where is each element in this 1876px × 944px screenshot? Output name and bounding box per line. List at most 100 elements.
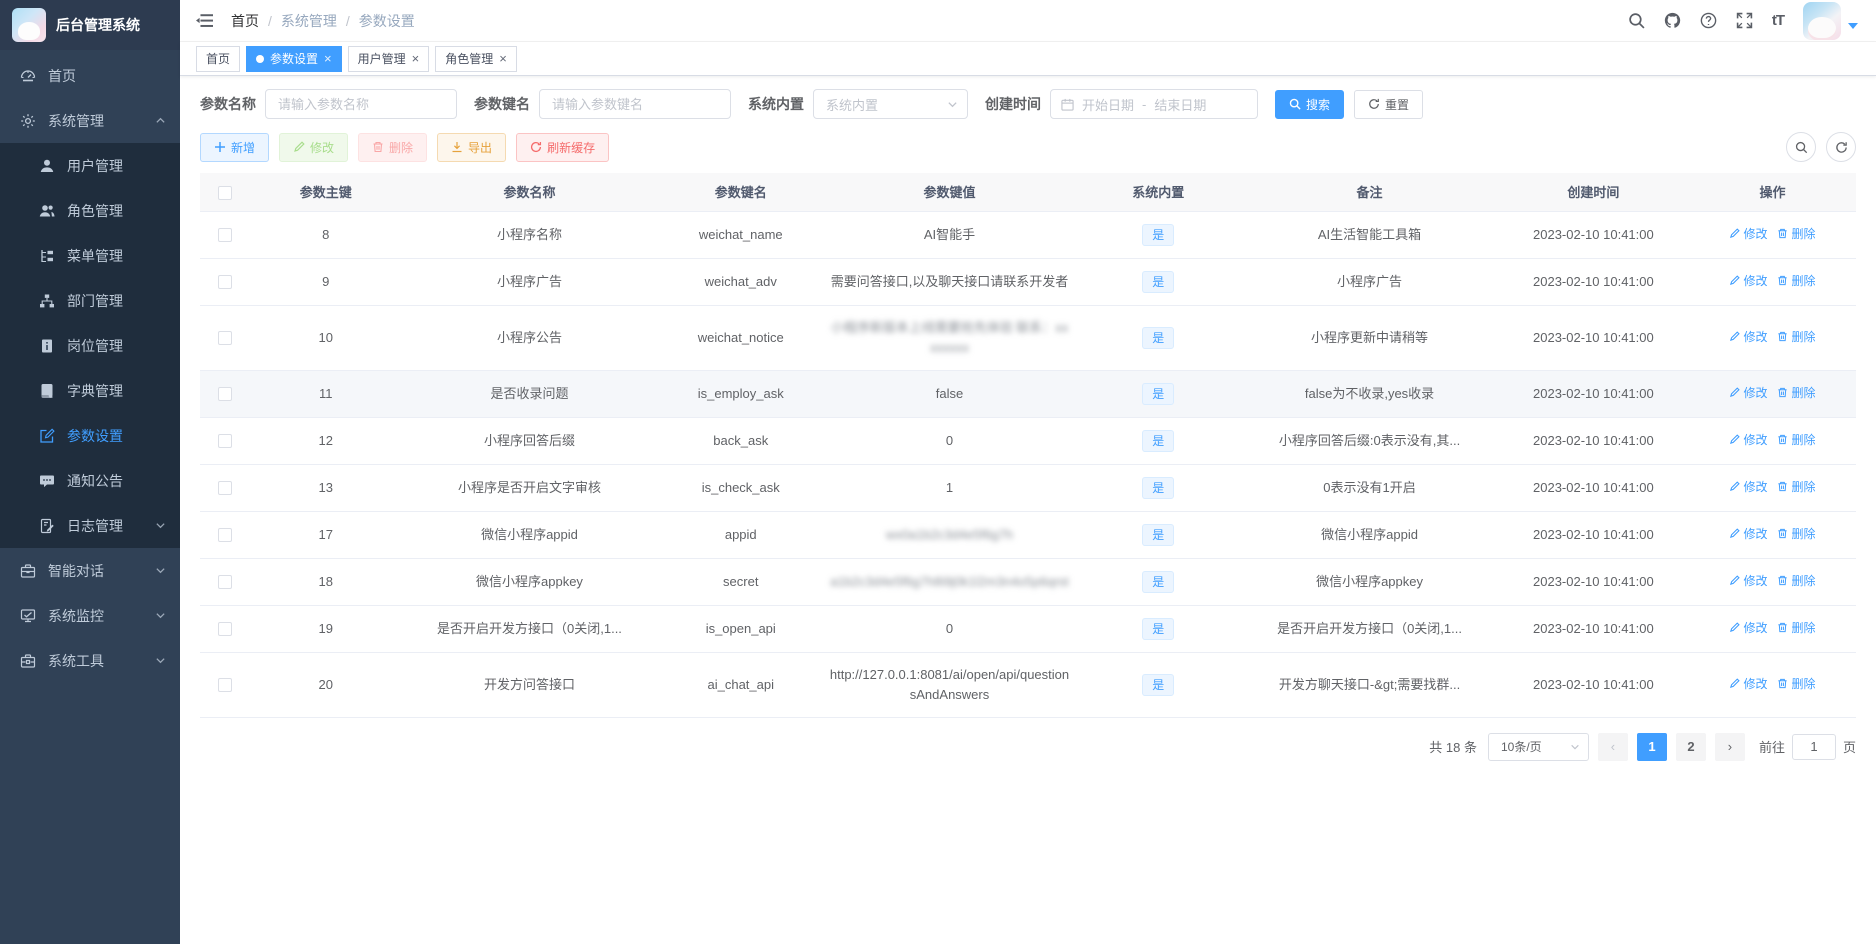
cell-remark: 是否开启开发方接口（0关闭,1...: [1241, 605, 1498, 653]
sidebar-item-post-mgmt[interactable]: 岗位管理: [0, 323, 180, 368]
github-icon[interactable]: [1664, 12, 1681, 29]
sidebar-item-menu-mgmt[interactable]: 菜单管理: [0, 233, 180, 278]
tab-参数设置[interactable]: 参数设置 ×: [246, 45, 342, 72]
builtin-select[interactable]: 系统内置: [813, 89, 968, 119]
next-page-button[interactable]: ›: [1714, 732, 1745, 761]
delete-button[interactable]: 删除: [358, 132, 428, 162]
sidebar-item-log-mgmt[interactable]: 日志管理: [0, 503, 180, 548]
row-delete-button[interactable]: 删除: [1777, 430, 1815, 450]
builtin-tag: 是: [1142, 429, 1175, 452]
param-name-input[interactable]: [265, 89, 457, 119]
sidebar-item-system-tools[interactable]: 系统工具: [0, 638, 180, 683]
row-edit-button[interactable]: 修改: [1729, 271, 1767, 291]
cell-builtin: 是: [1075, 258, 1242, 306]
row-checkbox[interactable]: [218, 678, 233, 693]
date-range-picker[interactable]: 开始日期 - 结束日期: [1050, 89, 1258, 119]
sidebar-item-role-mgmt[interactable]: 角色管理: [0, 188, 180, 233]
breadcrumb-item-home[interactable]: 首页: [231, 11, 259, 31]
row-edit-button[interactable]: 修改: [1729, 477, 1767, 497]
sidebar-item-system-monitor[interactable]: 系统监控: [0, 593, 180, 638]
close-icon[interactable]: ×: [412, 52, 420, 65]
row-edit-button[interactable]: 修改: [1729, 618, 1767, 638]
reset-button[interactable]: 重置: [1354, 89, 1424, 119]
edit-link-label: 修改: [1743, 432, 1768, 447]
cell-create-time: 2023-02-10 10:41:00: [1497, 652, 1689, 718]
row-edit-button[interactable]: 修改: [1729, 224, 1767, 244]
cell-param-id-text: 19: [318, 620, 333, 636]
sidebar-item-home[interactable]: 首页: [0, 53, 180, 98]
row-checkbox[interactable]: [218, 387, 233, 402]
sidebar-item-dict-mgmt[interactable]: 字典管理: [0, 368, 180, 413]
refresh-table-button[interactable]: [1826, 132, 1856, 162]
sidebar-item-dept-mgmt[interactable]: 部门管理: [0, 278, 180, 323]
cell-builtin: 是: [1075, 417, 1242, 465]
row-edit-button[interactable]: 修改: [1729, 524, 1767, 544]
row-checkbox[interactable]: [218, 331, 233, 346]
cell-create-time-text: 2023-02-10 10:41:00: [1533, 479, 1654, 495]
sidebar-item-user-mgmt[interactable]: 用户管理: [0, 143, 180, 188]
close-icon[interactable]: ×: [324, 52, 332, 65]
cell-param-name-text: 小程序名称: [496, 226, 562, 242]
sidebar-item-notice[interactable]: 通知公告: [0, 458, 180, 503]
sidebar-collapse-icon[interactable]: [196, 12, 213, 29]
row-delete-button[interactable]: 删除: [1777, 224, 1815, 244]
page-size-select[interactable]: 10条/页: [1487, 732, 1589, 761]
row-checkbox[interactable]: [218, 228, 233, 243]
row-edit-button[interactable]: 修改: [1729, 674, 1767, 694]
sidebar: 后台管理系统 首页 系统管理 用户管理 角色管理 菜单管理 部门管理 岗位管理 字典管理 参数设…: [0, 0, 180, 944]
close-icon[interactable]: ×: [499, 52, 507, 65]
param-key-input[interactable]: [539, 89, 731, 119]
fullscreen-icon[interactable]: [1736, 12, 1753, 29]
sidebar-item-system-mgmt[interactable]: 系统管理: [0, 98, 180, 143]
refresh-cache-button[interactable]: 刷新缓存: [516, 132, 610, 162]
row-edit-button[interactable]: 修改: [1729, 430, 1767, 450]
sidebar-item-smart-chat[interactable]: 智能对话: [0, 548, 180, 593]
prev-page-button[interactable]: ‹: [1597, 732, 1628, 761]
page-button-2[interactable]: 2: [1675, 732, 1706, 761]
user-menu[interactable]: [1803, 1, 1858, 40]
row-delete-button[interactable]: 删除: [1777, 327, 1815, 347]
add-button[interactable]: 新增: [200, 132, 270, 162]
row-checkbox[interactable]: [218, 575, 233, 590]
goto-page-input[interactable]: [1791, 733, 1836, 760]
row-edit-button[interactable]: 修改: [1729, 327, 1767, 347]
sidebar-item-label: 部门管理: [67, 292, 123, 309]
row-delete-button[interactable]: 删除: [1777, 618, 1815, 638]
show-search-toggle-button[interactable]: [1786, 132, 1816, 162]
row-checkbox[interactable]: [218, 528, 233, 543]
user-avatar[interactable]: [1803, 1, 1841, 40]
cell-param-key-text: is_employ_ask: [697, 385, 784, 401]
search-icon[interactable]: [1628, 12, 1645, 29]
font-size-icon[interactable]: tT: [1772, 12, 1785, 29]
row-checkbox[interactable]: [218, 481, 233, 496]
row-checkbox[interactable]: [218, 434, 233, 449]
row-delete-button[interactable]: 删除: [1777, 674, 1815, 694]
row-edit-button[interactable]: 修改: [1729, 571, 1767, 591]
sidebar-item-label: 通知公告: [67, 472, 123, 489]
cell-operations: 修改 删除: [1688, 652, 1856, 718]
col-header-builtin: 系统内置: [1075, 173, 1242, 212]
row-delete-button[interactable]: 删除: [1777, 571, 1815, 591]
tab-首页[interactable]: 首页: [196, 45, 241, 72]
export-button[interactable]: 导出: [437, 132, 507, 162]
row-delete-button[interactable]: 删除: [1777, 524, 1815, 544]
page-button-1[interactable]: 1: [1636, 732, 1667, 761]
row-delete-button[interactable]: 删除: [1777, 477, 1815, 497]
row-checkbox[interactable]: [218, 622, 233, 637]
row-delete-button[interactable]: 删除: [1777, 271, 1815, 291]
row-edit-button[interactable]: 修改: [1729, 383, 1767, 403]
search-button[interactable]: 搜索: [1275, 89, 1345, 119]
table-tools: [1786, 132, 1856, 162]
select-all-checkbox[interactable]: [218, 185, 233, 200]
tab-用户管理[interactable]: 用户管理 ×: [347, 45, 430, 72]
help-icon[interactable]: [1700, 12, 1717, 29]
select-cell: [200, 558, 251, 606]
row-checkbox[interactable]: [218, 275, 233, 290]
cell-param-value-text: 0: [945, 432, 954, 448]
sidebar-item-param-settings[interactable]: 参数设置: [0, 413, 180, 458]
download-icon: [452, 142, 462, 153]
row-delete-button[interactable]: 删除: [1777, 383, 1815, 403]
builtin-tag: 是: [1142, 326, 1175, 349]
tab-角色管理[interactable]: 角色管理 ×: [435, 45, 517, 72]
modify-button[interactable]: 修改: [279, 132, 349, 162]
